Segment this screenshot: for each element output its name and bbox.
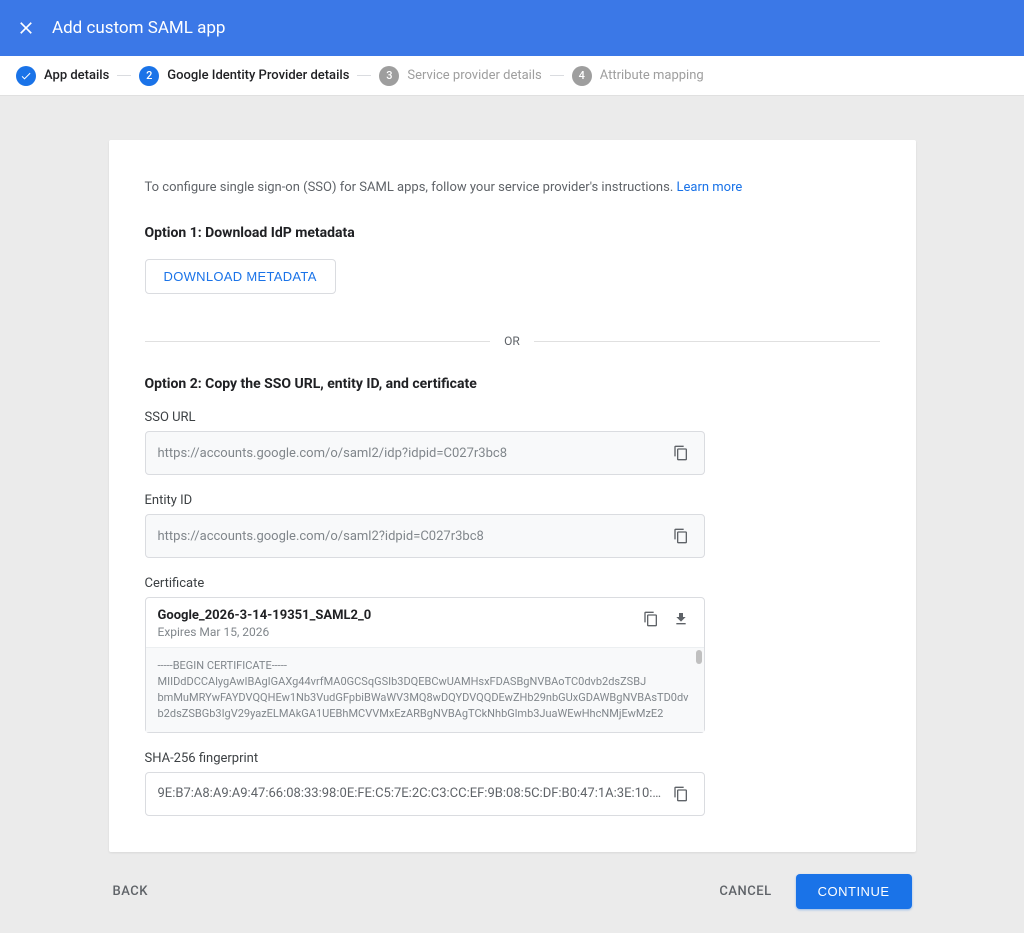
page-body: To configure single sign-on (SSO) for SA… bbox=[0, 96, 1024, 933]
step-label: Attribute mapping bbox=[600, 68, 704, 83]
step-number: 3 bbox=[379, 66, 399, 86]
step-number: 4 bbox=[572, 66, 592, 86]
step-service-provider-details[interactable]: 3 Service provider details bbox=[379, 66, 541, 86]
main-card: To configure single sign-on (SSO) for SA… bbox=[109, 140, 916, 852]
certificate-line: b2dsZSBGb3IgV29yazELMAkGA1UEBhMCVVMxEzAR… bbox=[158, 706, 692, 722]
or-divider: OR bbox=[145, 334, 880, 348]
certificate-box: Google_2026-3-14-19351_SAML2_0 Expires M… bbox=[145, 597, 705, 733]
download-icon[interactable] bbox=[670, 608, 692, 630]
close-icon[interactable] bbox=[16, 18, 48, 38]
copy-icon[interactable] bbox=[670, 442, 692, 464]
sha256-value: 9E:B7:A8:A9:A9:47:66:08:33:98:0E:FE:C5:7… bbox=[158, 786, 662, 801]
option2-heading: Option 2: Copy the SSO URL, entity ID, a… bbox=[145, 376, 880, 392]
scrollbar-thumb[interactable] bbox=[696, 650, 702, 664]
footer-actions: BACK CANCEL CONTINUE bbox=[109, 852, 916, 933]
certificate-line: bmMuMRYwFAYDVQQHEw1Nb3VudGFpbiBWaWV3MQ8w… bbox=[158, 690, 692, 706]
entity-id-value: https://accounts.google.com/o/saml2?idpi… bbox=[158, 529, 662, 544]
intro-text: To configure single sign-on (SSO) for SA… bbox=[145, 180, 880, 195]
back-button[interactable]: BACK bbox=[113, 884, 148, 899]
copy-icon[interactable] bbox=[670, 525, 692, 547]
certificate-line: -----BEGIN CERTIFICATE----- bbox=[158, 658, 692, 674]
sso-url-field: https://accounts.google.com/o/saml2/idp?… bbox=[145, 431, 705, 475]
divider-line bbox=[534, 341, 880, 342]
entity-id-label: Entity ID bbox=[145, 493, 880, 508]
certificate-name: Google_2026-3-14-19351_SAML2_0 bbox=[158, 608, 372, 623]
check-icon bbox=[16, 66, 36, 86]
sso-url-label: SSO URL bbox=[145, 410, 880, 425]
stepper: App details 2 Google Identity Provider d… bbox=[0, 56, 1024, 96]
header-bar: Add custom SAML app bbox=[0, 0, 1024, 56]
certificate-line: MIIDdDCCAlygAwIBAgIGAXg44vrfMA0GCSqGSIb3… bbox=[158, 674, 692, 690]
certificate-label: Certificate bbox=[145, 576, 880, 591]
copy-icon[interactable] bbox=[640, 608, 662, 630]
cancel-button[interactable]: CANCEL bbox=[719, 884, 771, 899]
continue-button[interactable]: CONTINUE bbox=[796, 874, 912, 909]
step-label: App details bbox=[44, 68, 109, 83]
page-title: Add custom SAML app bbox=[52, 18, 225, 38]
option1-heading: Option 1: Download IdP metadata bbox=[145, 225, 880, 241]
step-label: Service provider details bbox=[407, 68, 541, 83]
divider-line bbox=[145, 341, 491, 342]
step-number: 2 bbox=[139, 66, 159, 86]
intro-text-content: To configure single sign-on (SSO) for SA… bbox=[145, 180, 677, 195]
step-connector bbox=[550, 75, 564, 76]
step-google-idp-details[interactable]: 2 Google Identity Provider details bbox=[139, 66, 349, 86]
download-metadata-button[interactable]: DOWNLOAD METADATA bbox=[145, 259, 336, 294]
copy-icon[interactable] bbox=[670, 783, 692, 805]
step-label: Google Identity Provider details bbox=[167, 68, 349, 83]
sha256-label: SHA-256 fingerprint bbox=[145, 751, 880, 766]
sso-url-value: https://accounts.google.com/o/saml2/idp?… bbox=[158, 446, 662, 461]
step-attribute-mapping[interactable]: 4 Attribute mapping bbox=[572, 66, 704, 86]
certificate-body[interactable]: -----BEGIN CERTIFICATE----- MIIDdDCCAlyg… bbox=[146, 647, 704, 732]
entity-id-field: https://accounts.google.com/o/saml2?idpi… bbox=[145, 514, 705, 558]
or-label: OR bbox=[504, 334, 520, 348]
certificate-expires: Expires Mar 15, 2026 bbox=[158, 625, 372, 639]
step-connector bbox=[117, 75, 131, 76]
learn-more-link[interactable]: Learn more bbox=[676, 180, 742, 195]
sha256-field: 9E:B7:A8:A9:A9:47:66:08:33:98:0E:FE:C5:7… bbox=[145, 772, 705, 816]
step-app-details[interactable]: App details bbox=[16, 66, 109, 86]
step-connector bbox=[357, 75, 371, 76]
